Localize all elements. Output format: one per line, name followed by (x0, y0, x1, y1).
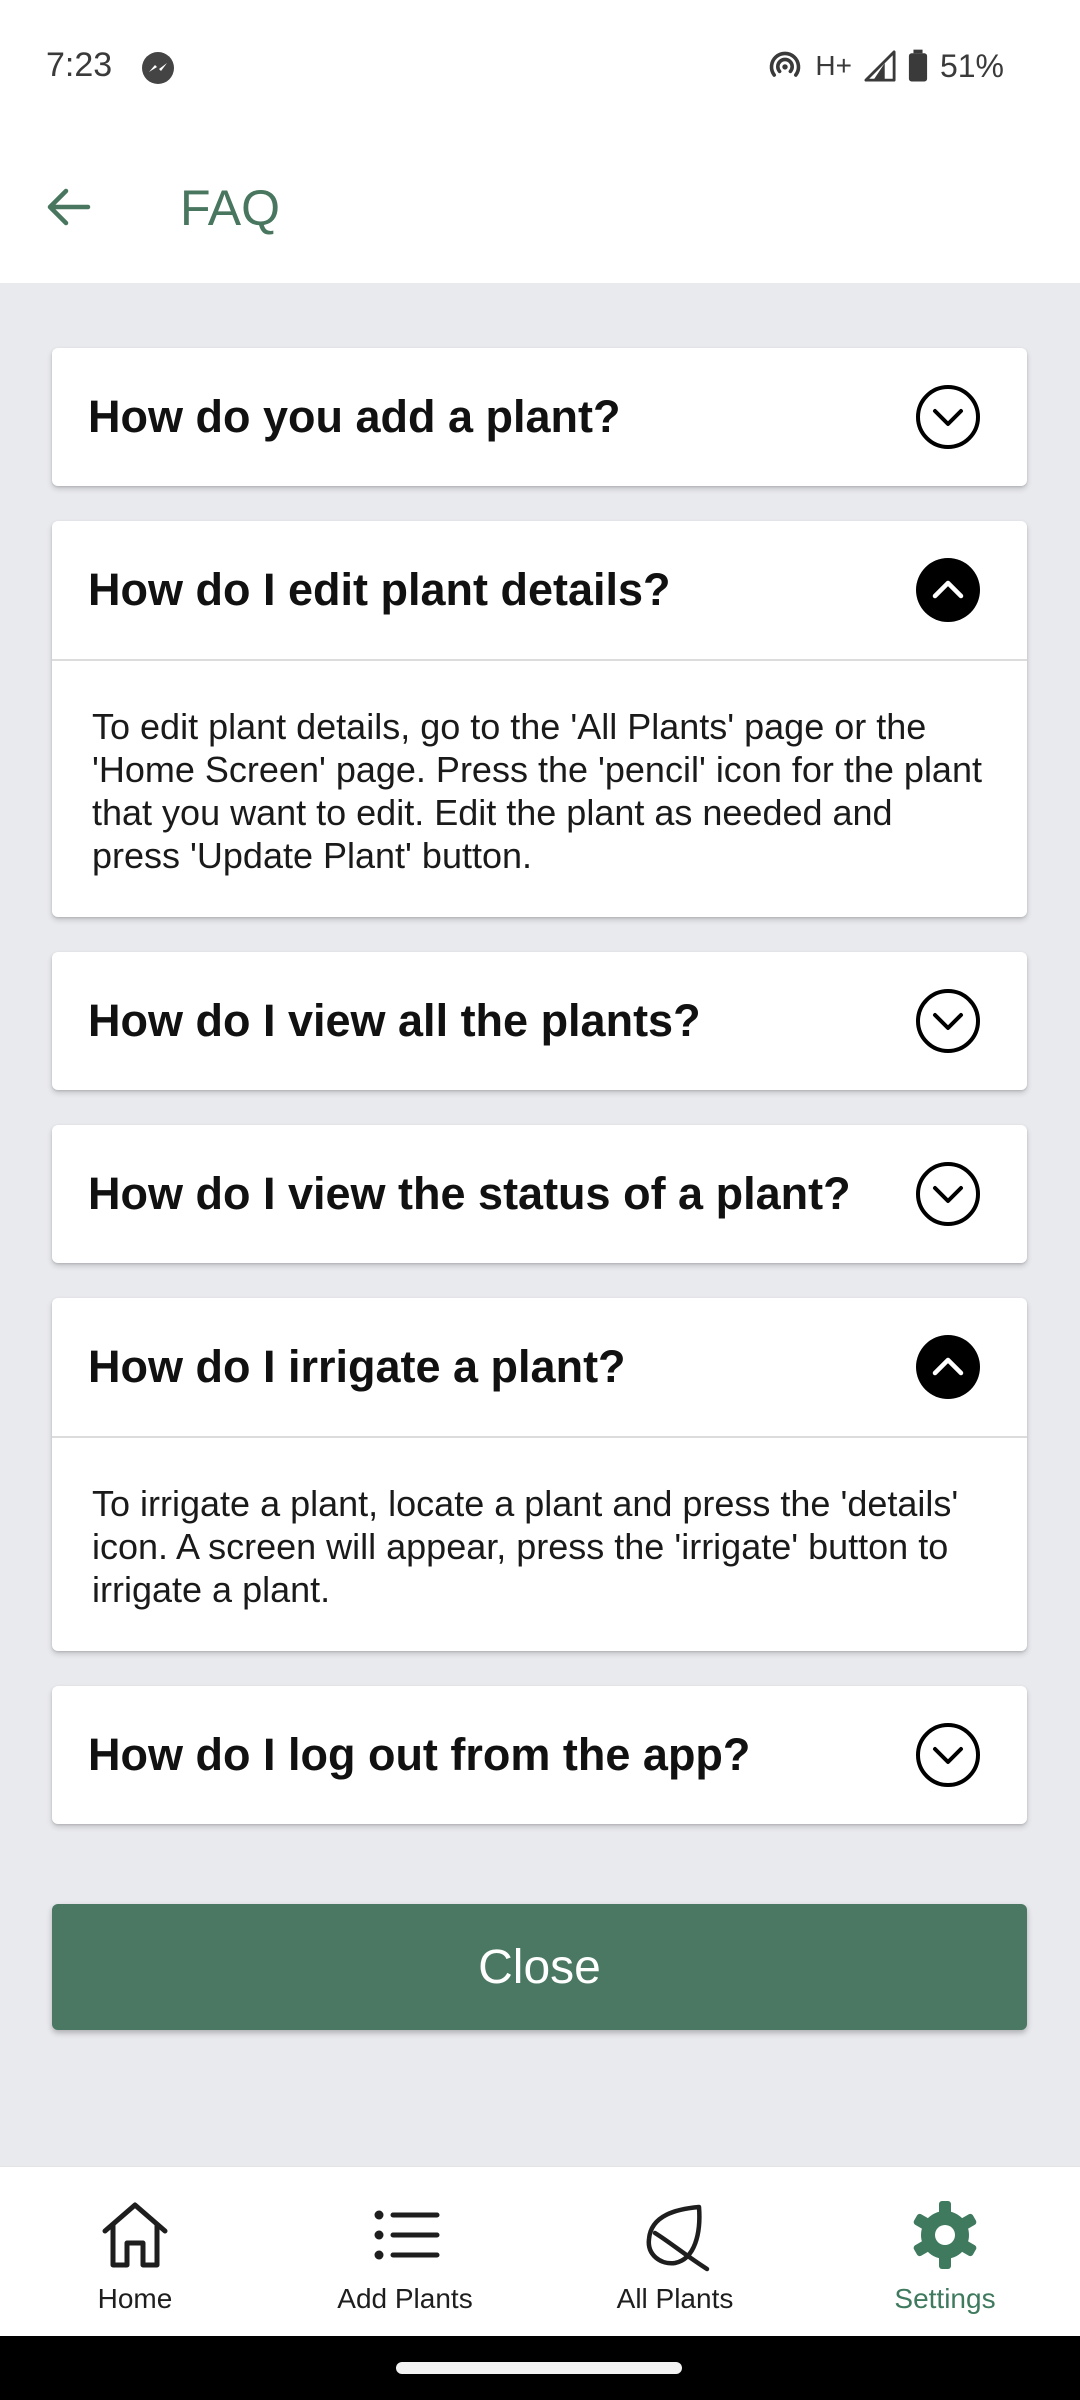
signal-icon (864, 50, 896, 82)
gesture-navigation-bar (0, 2336, 1080, 2400)
faq-answer: To edit plant details, go to the 'All Pl… (92, 706, 982, 876)
hotspot-icon (767, 48, 803, 84)
nav-label: Settings (894, 2283, 996, 2314)
chevron-up-icon[interactable] (915, 557, 981, 623)
faq-question-header[interactable]: How do I view the status of a plant? (52, 1125, 1027, 1263)
faq-question-header[interactable]: How do I irrigate a plant? (52, 1298, 1027, 1436)
chevron-down-icon[interactable] (915, 384, 981, 450)
faq-item: How do I edit plant details? To edit pla… (52, 521, 1027, 917)
faq-question-header[interactable]: How do I view all the plants? (52, 952, 1027, 1090)
faq-answer: To irrigate a plant, locate a plant and … (92, 1483, 959, 1610)
faq-question-header[interactable]: How do I edit plant details? (52, 521, 1027, 659)
battery-icon (908, 49, 928, 83)
faq-item: How do I irrigate a plant? To irrigate a… (52, 1298, 1027, 1651)
faq-list: How do you add a plant? How do I edit pl… (52, 348, 1027, 1859)
nav-item-settings[interactable]: Settings (810, 2167, 1080, 2336)
close-button[interactable]: Close (52, 1904, 1027, 2030)
faq-question-header[interactable]: How do I log out from the app? (52, 1686, 1027, 1824)
nav-label: Add Plants (337, 2283, 473, 2314)
gesture-handle[interactable] (396, 2362, 682, 2374)
back-arrow-icon[interactable] (44, 183, 92, 231)
status-time: 7:23 (46, 46, 113, 84)
messenger-icon (140, 50, 176, 86)
nav-item-add-plants[interactable]: Add Plants (270, 2167, 540, 2336)
faq-question: How do you add a plant? (88, 391, 621, 442)
chevron-down-icon[interactable] (915, 988, 981, 1054)
faq-item: How do I view all the plants? (52, 952, 1027, 1090)
faq-item: How do I view the status of a plant? (52, 1125, 1027, 1263)
nav-label: Home (97, 2283, 173, 2314)
faq-item: How do you add a plant? (52, 348, 1027, 486)
faq-question: How do I irrigate a plant? (88, 1341, 626, 1392)
battery-percent: 51% (939, 47, 1004, 84)
home-icon (102, 2202, 168, 2268)
network-type: H+ (815, 50, 852, 81)
nav-label: All Plants (616, 2283, 734, 2314)
nav-item-all-plants[interactable]: All Plants (540, 2167, 810, 2336)
faq-question: How do I view the status of a plant? (88, 1168, 851, 1219)
status-bar: 7:23 H+ 51% (0, 0, 1080, 135)
status-icons: H+ 51% (767, 46, 1004, 86)
chevron-down-icon[interactable] (915, 1722, 981, 1788)
app-bar: FAQ (0, 135, 1080, 283)
faq-question: How do I log out from the app? (88, 1729, 751, 1780)
faq-question-header[interactable]: How do you add a plant? (52, 348, 1027, 486)
bottom-nav: Home Add Plants All Plants Settings (0, 2166, 1080, 2336)
faq-question: How do I view all the plants? (88, 995, 701, 1046)
list-icon (374, 2210, 440, 2260)
leaf-icon (646, 2204, 710, 2272)
chevron-up-icon[interactable] (915, 1334, 981, 1400)
nav-item-home[interactable]: Home (0, 2167, 270, 2336)
chevron-down-icon[interactable] (915, 1161, 981, 1227)
faq-question: How do I edit plant details? (88, 564, 671, 615)
gear-icon (913, 2201, 977, 2269)
faq-item: How do I log out from the app? (52, 1686, 1027, 1824)
page-title: FAQ (180, 180, 281, 236)
